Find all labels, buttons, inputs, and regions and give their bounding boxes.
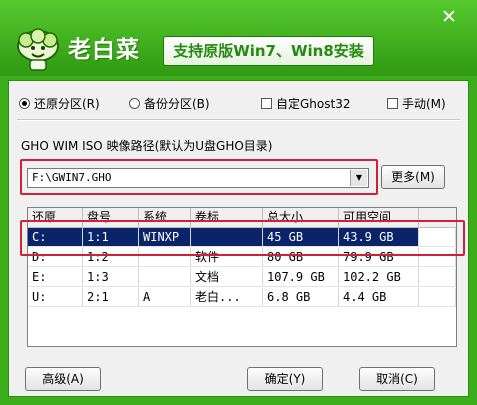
cell: 102.2 GB	[339, 268, 419, 287]
backup-partition-label: 备份分区(B)	[144, 97, 210, 111]
manual-checkbox[interactable]: 手动(M)	[387, 95, 446, 112]
cell: 老白...	[191, 288, 263, 307]
dropdown-arrow-icon[interactable]: ▼	[350, 170, 367, 186]
cell: U:	[28, 288, 83, 307]
advanced-button[interactable]: 高级(A)	[25, 367, 101, 391]
cabbage-logo-icon	[17, 28, 59, 71]
cell: 文档	[191, 268, 263, 287]
app-title: 老白菜	[68, 37, 140, 63]
custom-ghost32-checkbox[interactable]: 自定Ghost32	[261, 95, 350, 112]
cell: E:	[28, 268, 83, 287]
window: 老白菜 支持原版Win7、Win8安装 ✕ 还原分区(R) 备份分区(B) 自定…	[0, 0, 477, 405]
slogan-banner: 支持原版Win7、Win8安装	[163, 36, 374, 66]
radio-unselected-icon	[129, 98, 140, 109]
cell: 6.8 GB	[263, 288, 339, 307]
radio-selected-icon	[19, 98, 30, 109]
backup-partition-option[interactable]: 备份分区(B)	[129, 95, 210, 112]
title-bar: 老白菜 支持原版Win7、Win8安装 ✕	[0, 0, 477, 76]
cell	[419, 268, 456, 287]
divider	[17, 119, 460, 121]
cell: 4.4 GB	[339, 288, 419, 307]
ok-button[interactable]: 确定(Y)	[247, 367, 323, 391]
cell: A	[139, 288, 191, 307]
image-path-value: F:\GWIN7.GHO	[32, 171, 112, 184]
cell	[139, 268, 191, 287]
more-button[interactable]: 更多(M)	[381, 165, 445, 189]
close-button[interactable]: ✕	[431, 6, 467, 28]
restore-partition-option[interactable]: 还原分区(R)	[19, 95, 100, 112]
manual-label: 手动(M)	[402, 97, 446, 111]
cell: 107.9 GB	[263, 268, 339, 287]
main-panel: 还原分区(R) 备份分区(B) 自定Ghost32 手动(M) GHO WIM …	[8, 80, 469, 397]
image-path-select[interactable]: F:\GWIN7.GHO ▼	[27, 168, 369, 188]
image-path-label: GHO WIM ISO 映像路径(默认为U盘GHO目录)	[21, 139, 273, 153]
cell: 1:3	[83, 268, 139, 287]
table-row[interactable]: E: 1:3 文档 107.9 GB 102.2 GB	[28, 268, 456, 287]
row-highlight-box	[20, 220, 465, 256]
checkbox-icon	[261, 98, 272, 109]
restore-partition-label: 还原分区(R)	[34, 97, 100, 111]
cell: 2:1	[83, 288, 139, 307]
table-row[interactable]: U: 2:1 A 老白... 6.8 GB 4.4 GB	[28, 288, 456, 307]
cancel-button[interactable]: 取消(C)	[359, 367, 435, 391]
cell	[419, 288, 456, 307]
custom-ghost32-label: 自定Ghost32	[276, 97, 351, 111]
checkbox-icon	[387, 98, 398, 109]
